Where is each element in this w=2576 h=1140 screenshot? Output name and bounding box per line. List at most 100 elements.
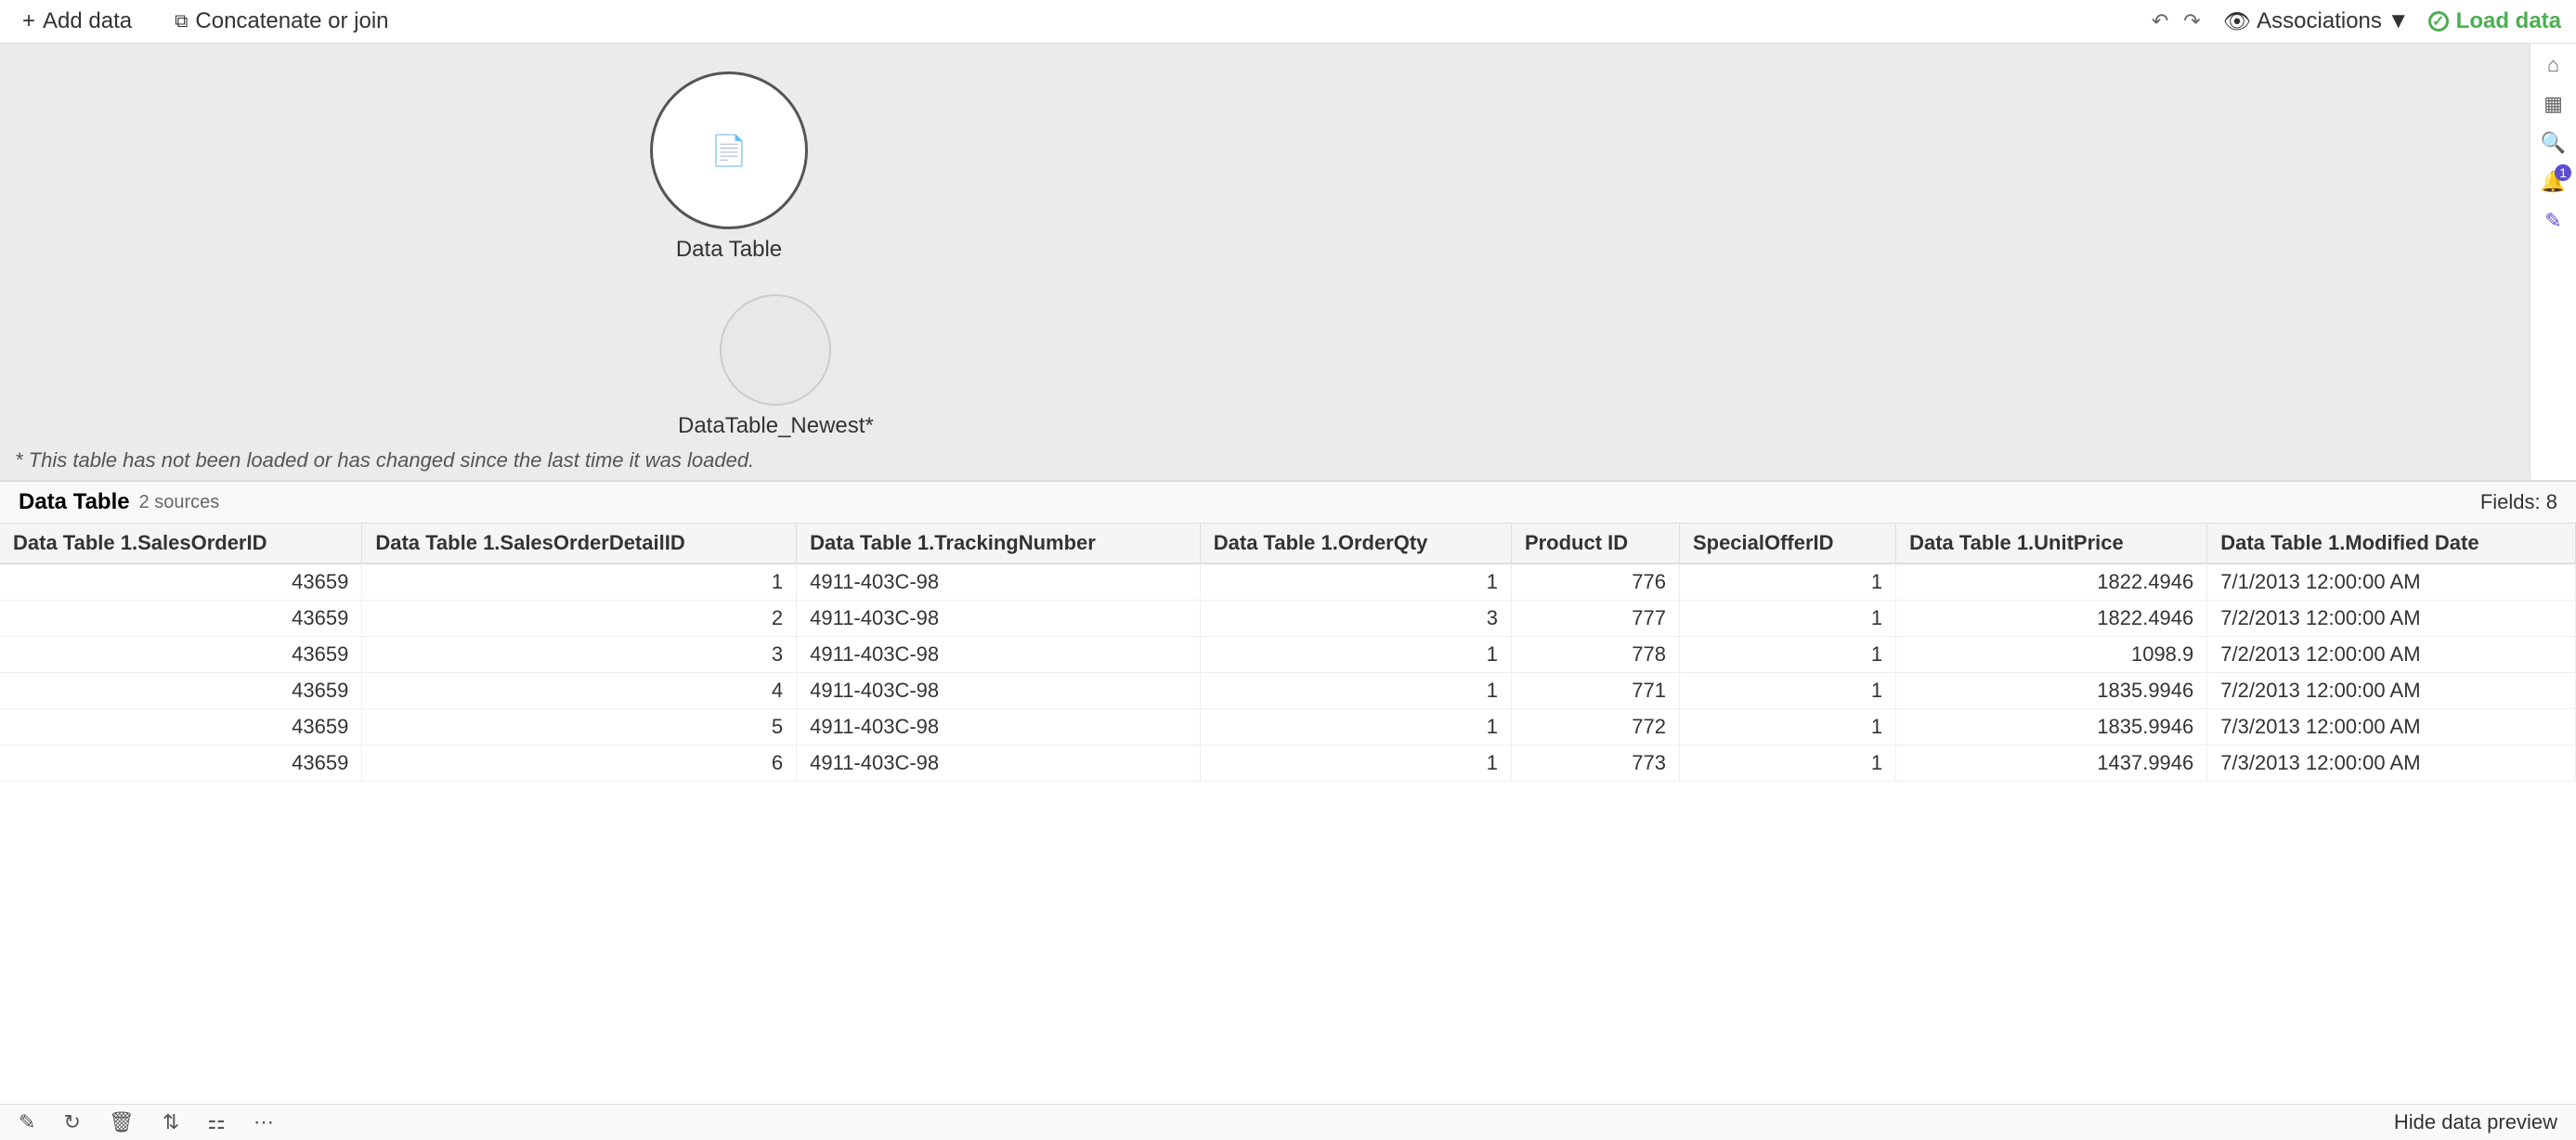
- table-cell: 7/2/2013 12:00:00 AM: [2207, 601, 2576, 637]
- table-cell: 3: [362, 637, 797, 673]
- table-cell: 7/2/2013 12:00:00 AM: [2207, 673, 2576, 709]
- table-cell: 1: [1679, 637, 1895, 673]
- data-panel-header: Data Table 2 sources Fields: 8: [0, 482, 2576, 524]
- table-cell: 4911-403C-98: [797, 709, 1201, 745]
- table-cell: 7/3/2013 12:00:00 AM: [2207, 709, 2576, 745]
- table-row: 4365924911-403C-98377711822.49467/2/2013…: [0, 601, 2576, 637]
- data-table: Data Table 1.SalesOrderIDData Table 1.Sa…: [0, 524, 2576, 782]
- edit-tool-button[interactable]: ✎: [19, 1110, 35, 1134]
- data-table-label: Data Table: [676, 237, 782, 263]
- sources-badge: 2 sources: [139, 492, 220, 513]
- undo-redo-group: ↶ ↷: [2148, 6, 2205, 37]
- table-column-header: Data Table 1.UnitPrice: [1896, 524, 2207, 564]
- table-cell: 43659: [0, 564, 362, 601]
- table-row: 4365964911-403C-98177311437.99467/3/2013…: [0, 745, 2576, 782]
- plus-icon: +: [22, 8, 35, 34]
- table-cell: 43659: [0, 709, 362, 745]
- table-cell: 4911-403C-98: [797, 564, 1201, 601]
- refresh-tool-button[interactable]: ↻: [63, 1110, 80, 1134]
- table-cell: 1822.4946: [1896, 564, 2207, 601]
- table-cell: 2: [362, 601, 797, 637]
- transform-tool-button[interactable]: ⇅: [163, 1110, 179, 1134]
- table-cell: 5: [362, 709, 797, 745]
- table-cell: 1835.9946: [1896, 709, 2207, 745]
- delete-tool-button[interactable]: 🗑: [109, 1110, 135, 1134]
- table-cell: 4911-403C-98: [797, 745, 1201, 782]
- undo-button[interactable]: ↶: [2148, 6, 2172, 37]
- data-table-newest-node[interactable]: DataTable_Newest*: [678, 294, 874, 439]
- table-cell: 4911-403C-98: [797, 637, 1201, 673]
- concat-icon: ⧉: [175, 11, 188, 32]
- table-cell: 773: [1511, 745, 1679, 782]
- table-row: 4365944911-403C-98177111835.99467/2/2013…: [0, 673, 2576, 709]
- table-cell: 1: [1679, 601, 1895, 637]
- data-table-circle[interactable]: 📄: [650, 71, 808, 229]
- table-column-header: Data Table 1.TrackingNumber: [797, 524, 1201, 564]
- right-sidebar: ⌂ ▦ 🔍 1 🔔 ✎: [2530, 44, 2576, 480]
- table-column-header: Data Table 1.Modified Date: [2207, 524, 2576, 564]
- table-column-header: Product ID: [1511, 524, 1679, 564]
- notification-button[interactable]: 1 🔔: [2541, 170, 2566, 194]
- associations-button[interactable]: 👁 Associations ▼: [2223, 8, 2410, 35]
- more-tool-button[interactable]: ⋯: [254, 1110, 274, 1134]
- notification-badge: 1: [2555, 164, 2571, 181]
- table-cell: 43659: [0, 637, 362, 673]
- data-table-newest-label: DataTable_Newest*: [678, 413, 874, 439]
- toolbar-left: + Add data ⧉ Concatenate or join: [15, 5, 397, 38]
- pen-button[interactable]: ✎: [2544, 209, 2561, 233]
- redo-button[interactable]: ↷: [2179, 6, 2204, 37]
- load-data-label: Load data: [2456, 8, 2561, 34]
- table-cell: 772: [1511, 709, 1679, 745]
- table-cell: 3: [1200, 601, 1511, 637]
- table-cell: 7/3/2013 12:00:00 AM: [2207, 745, 2576, 782]
- table-icon: 📄: [710, 133, 748, 168]
- table-cell: 1098.9: [1896, 637, 2207, 673]
- canvas-area: 📄 Data Table DataTable_Newest* * This ta…: [0, 44, 2576, 480]
- table-header-row: Data Table 1.SalesOrderIDData Table 1.Sa…: [0, 524, 2576, 564]
- toolbar-right: ↶ ↷ 👁 Associations ▼ ✓ Load data: [2148, 6, 2561, 37]
- bottom-toolbar: ✎ ↻ 🗑 ⇅ ⚏ ⋯ Hide data preview: [0, 1104, 2576, 1140]
- data-table-wrap: Data Table 1.SalesOrderIDData Table 1.Sa…: [0, 524, 2576, 1104]
- dropdown-icon: ▼: [2387, 8, 2410, 34]
- table-cell: 1: [1200, 673, 1511, 709]
- associations-icon: 👁: [2223, 8, 2251, 35]
- toolbar: + Add data ⧉ Concatenate or join ↶ ↷ 👁 A…: [0, 0, 2576, 44]
- table-row: 4365954911-403C-98177211835.99467/3/2013…: [0, 709, 2576, 745]
- data-table-newest-circle[interactable]: [720, 294, 831, 406]
- hide-preview-button[interactable]: Hide data preview: [2394, 1110, 2557, 1134]
- table-cell: 4911-403C-98: [797, 601, 1201, 637]
- table-cell: 43659: [0, 745, 362, 782]
- table-cell: 1: [1200, 745, 1511, 782]
- table-column-header: Data Table 1.SalesOrderID: [0, 524, 362, 564]
- table-cell: 1: [1679, 564, 1895, 601]
- table-cell: 777: [1511, 601, 1679, 637]
- table-cell: 1: [1679, 745, 1895, 782]
- data-table-node[interactable]: 📄 Data Table: [650, 71, 808, 263]
- associations-label: Associations: [2257, 8, 2382, 34]
- table-cell: 1835.9946: [1896, 673, 2207, 709]
- data-panel: Data Table 2 sources Fields: 8 Data Tabl…: [0, 480, 2576, 1140]
- concat-join-button[interactable]: ⧉ Concatenate or join: [167, 5, 396, 38]
- search-button[interactable]: 🔍: [2541, 131, 2566, 155]
- add-data-button[interactable]: + Add data: [15, 5, 139, 38]
- filter-tool-button[interactable]: ⚏: [207, 1110, 226, 1134]
- fields-count: Fields: 8: [2480, 490, 2557, 514]
- table-cell: 1437.9946: [1896, 745, 2207, 782]
- table-cell: 6: [362, 745, 797, 782]
- table-column-header: Data Table 1.SalesOrderDetailID: [362, 524, 797, 564]
- concat-join-label: Concatenate or join: [195, 8, 388, 34]
- table-column-header: Data Table 1.OrderQty: [1200, 524, 1511, 564]
- table-column-header: SpecialOfferID: [1679, 524, 1895, 564]
- table-cell: 43659: [0, 601, 362, 637]
- data-panel-title-group: Data Table 2 sources: [19, 489, 219, 515]
- table-row: 4365914911-403C-98177611822.49467/1/2013…: [0, 564, 2576, 601]
- home-button[interactable]: ⌂: [2547, 53, 2559, 77]
- load-data-icon: ✓: [2428, 11, 2449, 32]
- table-cell: 1: [1679, 673, 1895, 709]
- load-data-button[interactable]: ✓ Load data: [2428, 8, 2561, 34]
- grid-button[interactable]: ▦: [2543, 92, 2563, 116]
- table-cell: 1: [1200, 637, 1511, 673]
- data-panel-title: Data Table: [19, 489, 130, 515]
- table-cell: 778: [1511, 637, 1679, 673]
- table-cell: 1: [1200, 564, 1511, 601]
